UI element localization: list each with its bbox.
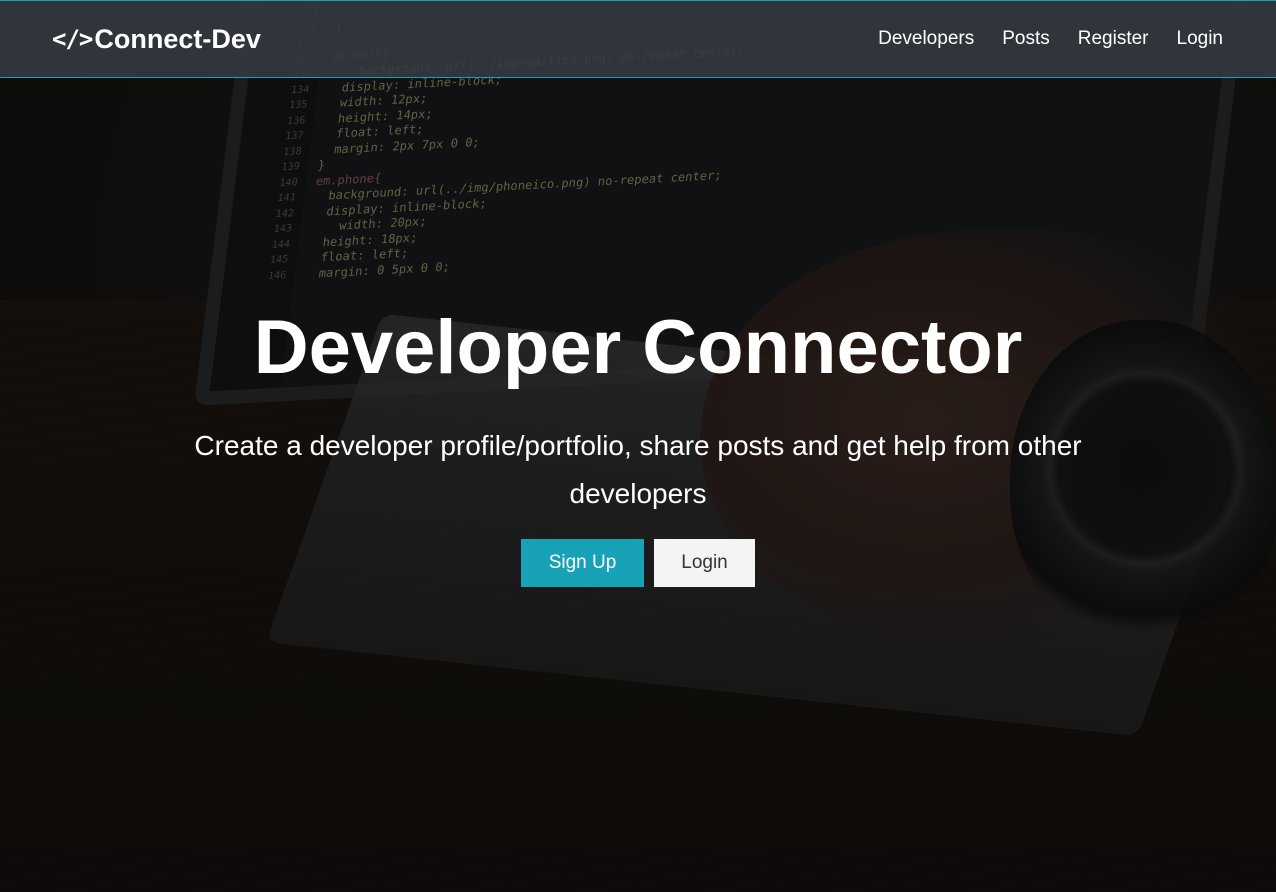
page-title: Developer Connector xyxy=(253,305,1023,390)
landing-hero: Developer Connector Create a developer p… xyxy=(0,78,1276,892)
brand-name: Connect-Dev xyxy=(94,23,261,54)
code-icon: </> xyxy=(52,25,93,53)
brand-logo-link[interactable]: </> Connect-Dev xyxy=(52,24,261,55)
nav-link-login[interactable]: Login xyxy=(1177,28,1224,50)
nav-link-developers[interactable]: Developers xyxy=(878,28,974,50)
nav-links: Developers Posts Register Login xyxy=(878,28,1223,50)
login-button[interactable]: Login xyxy=(654,539,755,587)
hero-description: Create a developer profile/portfolio, sh… xyxy=(194,430,1082,509)
hero-buttons: Sign Up Login xyxy=(521,539,755,587)
nav-link-register[interactable]: Register xyxy=(1078,28,1149,50)
sign-up-button[interactable]: Sign Up xyxy=(521,539,644,587)
navbar: </> Connect-Dev Developers Posts Registe… xyxy=(0,0,1276,78)
nav-link-posts[interactable]: Posts xyxy=(1002,28,1050,50)
